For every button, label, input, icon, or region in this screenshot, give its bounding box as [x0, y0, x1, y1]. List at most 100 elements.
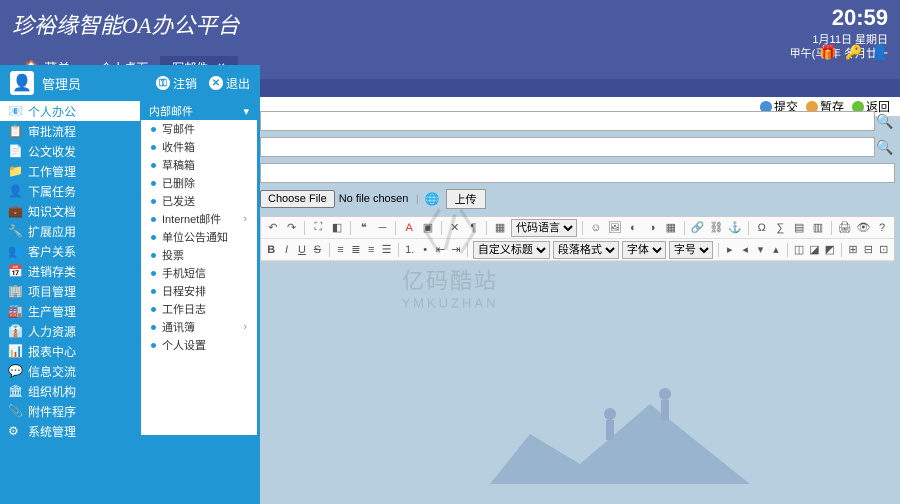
- nav-item-15[interactable]: 📎附件程序: [0, 401, 140, 421]
- submenu-item-1[interactable]: 收件箱: [141, 138, 257, 156]
- submenu-item-0[interactable]: 写邮件: [141, 120, 257, 138]
- logout-button[interactable]: ⚿注销: [156, 75, 197, 92]
- tool-link[interactable]: 🔗: [690, 220, 706, 236]
- nav-item-11[interactable]: 👔人力资源: [0, 321, 140, 341]
- tool-print[interactable]: 🖨: [837, 220, 853, 236]
- tool-align-r[interactable]: ≡: [365, 242, 377, 258]
- nav-item-16[interactable]: ⚙系统管理: [0, 421, 140, 441]
- nav-item-12[interactable]: 📊报表中心: [0, 341, 140, 361]
- tool-bg[interactable]: ▣: [420, 220, 436, 236]
- tool-align-j[interactable]: ☰: [380, 242, 392, 258]
- tool-indent[interactable]: ⇥: [450, 242, 462, 258]
- preset-font[interactable]: 字体: [622, 241, 666, 259]
- nav-item-13[interactable]: 💬信息交流: [0, 361, 140, 381]
- submenu-item-6[interactable]: 单位公告通知: [141, 228, 257, 246]
- submenu-item-7[interactable]: 投票: [141, 246, 257, 264]
- tool-clear[interactable]: ✕: [447, 220, 463, 236]
- nav-item-3[interactable]: 📁工作管理: [0, 161, 140, 181]
- nav-item-1[interactable]: 📋审批流程: [0, 121, 140, 141]
- exit-button[interactable]: ✕退出: [209, 75, 250, 92]
- tool-m7[interactable]: ◩: [824, 242, 836, 258]
- tool-strike[interactable]: S: [311, 242, 323, 258]
- tool-underline[interactable]: U: [296, 242, 308, 258]
- search-cc-icon[interactable]: 🔍: [875, 139, 895, 156]
- tool-fullscreen[interactable]: ⛶: [310, 220, 326, 236]
- submenu-header[interactable]: 内部邮件 ▾: [141, 102, 257, 120]
- submenu-item-8[interactable]: 手机短信: [141, 264, 257, 282]
- tool-m9[interactable]: ⊟: [862, 242, 874, 258]
- submenu-item-10[interactable]: 工作日志: [141, 300, 257, 318]
- tool-align-c[interactable]: ≣: [350, 242, 362, 258]
- avatar: 👤: [10, 71, 34, 95]
- nav-item-2[interactable]: 📄公文收发: [0, 141, 140, 161]
- user-icon[interactable]: 👤: [872, 44, 888, 60]
- tool-m4[interactable]: ▴: [770, 242, 782, 258]
- nav-label: 附件程序: [28, 403, 76, 420]
- tool-sym3[interactable]: ▤: [791, 220, 807, 236]
- preset-heading[interactable]: 自定义标题: [473, 241, 550, 259]
- tool-ul[interactable]: •: [419, 242, 431, 258]
- key-icon[interactable]: 🔑: [846, 44, 862, 60]
- submenu-item-4[interactable]: 已发送: [141, 192, 257, 210]
- submenu-item-9[interactable]: 日程安排: [141, 282, 257, 300]
- tool-m2[interactable]: ◂: [739, 242, 751, 258]
- tool-hr[interactable]: ─: [375, 220, 391, 236]
- preset-size[interactable]: 字号: [669, 241, 713, 259]
- subject-input[interactable]: [260, 163, 895, 183]
- submenu-item-5[interactable]: Internet邮件: [141, 210, 257, 228]
- nav-item-4[interactable]: 👤下属任务: [0, 181, 140, 201]
- nav-item-9[interactable]: 🏢项目管理: [0, 281, 140, 301]
- tool-redo[interactable]: ↷: [284, 220, 300, 236]
- tool-misc2[interactable]: ◑: [644, 220, 660, 236]
- nav-item-5[interactable]: 💼知识文档: [0, 201, 140, 221]
- tool-pre[interactable]: ▦: [492, 220, 508, 236]
- code-lang-select[interactable]: 代码语言: [511, 219, 577, 237]
- nav-item-0[interactable]: 📧个人办公: [0, 101, 140, 121]
- tool-misc1[interactable]: ◐: [625, 220, 641, 236]
- tool-color[interactable]: A: [401, 220, 417, 236]
- tool-sym4[interactable]: ▥: [810, 220, 826, 236]
- tool-quote[interactable]: ❝: [356, 220, 372, 236]
- bullet-icon: [151, 163, 156, 168]
- upload-button[interactable]: 上传: [446, 189, 486, 209]
- tool-m5[interactable]: ◫: [793, 242, 805, 258]
- preset-para[interactable]: 段落格式: [553, 241, 619, 259]
- tool-outdent[interactable]: ⇤: [434, 242, 446, 258]
- tool-m10[interactable]: ⊡: [878, 242, 890, 258]
- nav-item-7[interactable]: 👥客户关系: [0, 241, 140, 261]
- search-recipient-icon[interactable]: 🔍: [875, 113, 895, 130]
- tool-italic[interactable]: I: [280, 242, 292, 258]
- nav-item-10[interactable]: 🏭生产管理: [0, 301, 140, 321]
- nav-item-8[interactable]: 📅进销存类: [0, 261, 140, 281]
- tool-format[interactable]: ¶: [466, 220, 482, 236]
- submenu-item-3[interactable]: 已删除: [141, 174, 257, 192]
- file-input[interactable]: [260, 190, 410, 208]
- tool-ol[interactable]: 1.: [404, 242, 416, 258]
- tool-sym1[interactable]: Ω: [754, 220, 770, 236]
- gift-icon[interactable]: 🎁: [820, 44, 836, 60]
- tool-bold[interactable]: B: [265, 242, 277, 258]
- submenu-item-11[interactable]: 通讯簿: [141, 318, 257, 336]
- tool-source[interactable]: ◧: [329, 220, 345, 236]
- tool-help[interactable]: ?: [874, 220, 890, 236]
- tool-sym2[interactable]: ∑: [773, 220, 789, 236]
- tool-table[interactable]: ▦: [663, 220, 679, 236]
- tool-m3[interactable]: ▾: [754, 242, 766, 258]
- user-bar: 👤 管理员 ⚿注销 ✕退出: [0, 65, 260, 101]
- recipient-input[interactable]: [260, 111, 875, 131]
- tool-preview[interactable]: 👁: [855, 220, 871, 236]
- tool-undo[interactable]: ↶: [265, 220, 281, 236]
- submenu-item-2[interactable]: 草稿箱: [141, 156, 257, 174]
- tool-img[interactable]: 🖼: [607, 220, 623, 236]
- tool-m6[interactable]: ◪: [808, 242, 820, 258]
- tool-anchor[interactable]: ⚓: [727, 220, 743, 236]
- tool-emoji[interactable]: ☺: [588, 220, 604, 236]
- submenu-item-12[interactable]: 个人设置: [141, 336, 257, 354]
- nav-item-14[interactable]: 🏛组织机构: [0, 381, 140, 401]
- tool-align-l[interactable]: ≡: [334, 242, 346, 258]
- tool-m8[interactable]: ⊞: [847, 242, 859, 258]
- tool-m1[interactable]: ▸: [724, 242, 736, 258]
- nav-item-6[interactable]: 🔧扩展应用: [0, 221, 140, 241]
- cc-input[interactable]: [260, 137, 875, 157]
- tool-unlink[interactable]: ⛓: [708, 220, 724, 236]
